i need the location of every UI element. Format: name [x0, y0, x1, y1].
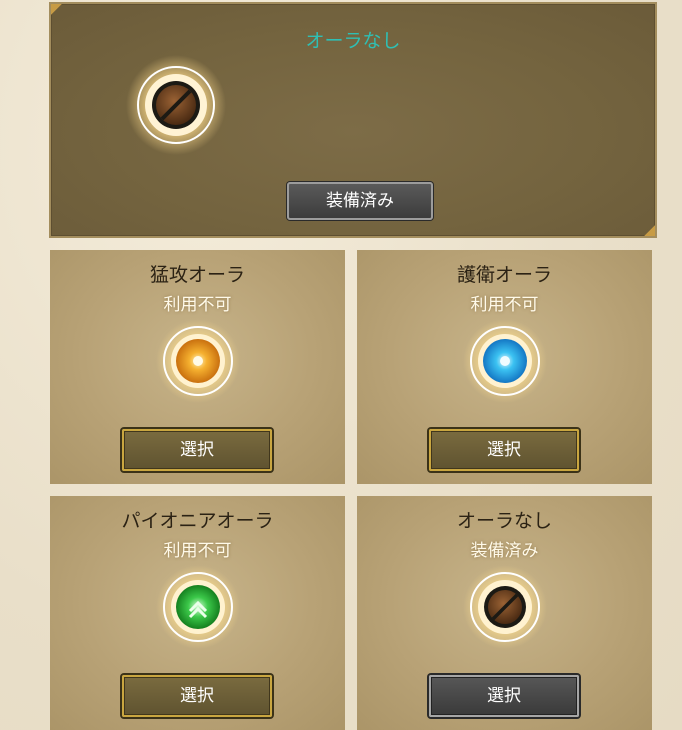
aura-name: 護衛オーラ	[456, 264, 552, 286]
select-button[interactable]: 選択	[122, 675, 272, 717]
no-aura-icon	[126, 55, 226, 155]
pioneer-aura-icon	[156, 565, 240, 649]
current-aura-panel: オーラなし 装備済み	[49, 2, 657, 238]
aura-card-pioneer: パイオニアオーラ 利用不可 選択	[50, 496, 345, 730]
select-button[interactable]: 選択	[429, 429, 579, 471]
aura-name: 猛攻オーラ	[149, 264, 245, 286]
aura-card-guard: 護衛オーラ 利用不可 選択	[357, 250, 652, 484]
aura-name: オーラなし	[456, 510, 552, 532]
aura-status: 装備済み	[470, 541, 539, 561]
corner-ornament	[643, 224, 655, 236]
corner-ornament	[51, 4, 63, 16]
current-aura-title: オーラなし	[305, 30, 401, 52]
aura-card-onslaught: 猛攻オーラ 利用不可 選択	[50, 250, 345, 484]
select-button[interactable]: 選択	[122, 429, 272, 471]
select-button[interactable]: 選択	[429, 675, 579, 717]
aura-name: パイオニアオーラ	[121, 510, 274, 532]
aura-status: 利用不可	[163, 541, 232, 561]
aura-card-none: オーラなし 装備済み 選択	[357, 496, 652, 730]
guard-aura-icon	[463, 319, 547, 403]
no-aura-icon	[463, 565, 547, 649]
aura-status: 利用不可	[163, 295, 232, 315]
onslaught-aura-icon	[156, 319, 240, 403]
aura-status: 利用不可	[470, 295, 539, 315]
equipped-button[interactable]: 装備済み	[287, 182, 433, 220]
